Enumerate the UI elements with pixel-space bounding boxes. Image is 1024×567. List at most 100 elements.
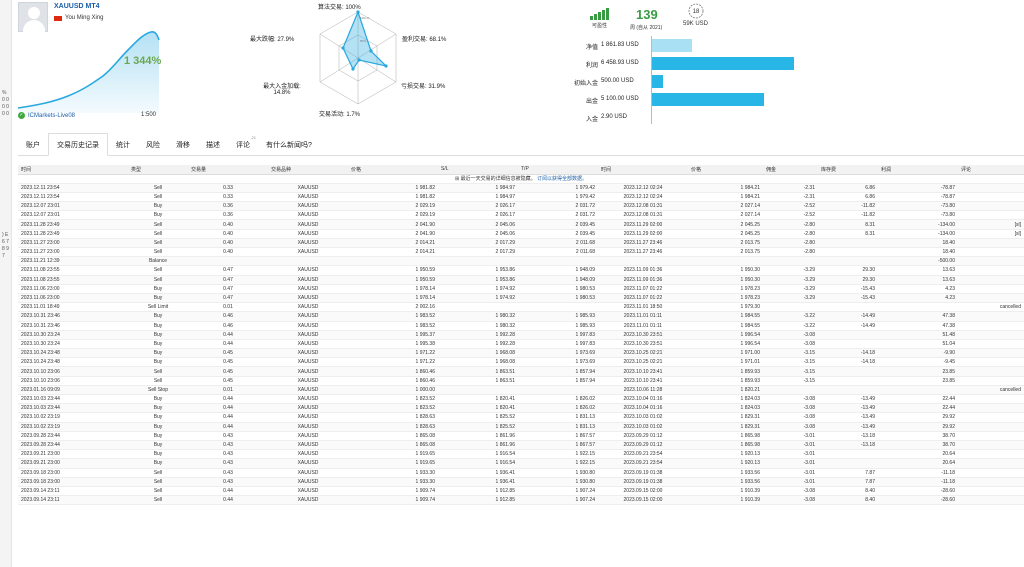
table-cell: 1 831.13	[518, 412, 598, 423]
table-row[interactable]: 2023.09.14 23:11 Sell 0.44 XAUUSD 1 909.74 1 …	[18, 486, 1024, 497]
table-cell: Buy	[128, 403, 188, 414]
table-row[interactable]: 2023.10.31 23:46 Buy 0.46 XAUUSD 1 983.52 1 9…	[18, 311, 1024, 322]
table-cell	[598, 256, 688, 267]
table-row[interactable]: 2023.09.21 23:00 Buy 0.43 XAUUSD 1 919.65 1 9…	[18, 449, 1024, 460]
table-cell: -14.49	[818, 321, 878, 331]
table-row[interactable]: 2023.10.10 23:06 Sell 0.45 XAUUSD 1 860.46 1 …	[18, 366, 1024, 377]
table-row[interactable]: 2023.10.31 23:46 Buy 0.46 XAUUSD 1 983.52 1 9…	[18, 321, 1024, 331]
table-row[interactable]: 2023.11.08 23:55 Sell 0.47 XAUUSD 1 950.59 1 …	[18, 275, 1024, 285]
table-cell: 0.45	[188, 348, 268, 359]
tab-1[interactable]: 交易历史记录	[48, 133, 108, 156]
column-header[interactable]: 交易量	[188, 165, 268, 175]
tab-6[interactable]: 评论 21	[228, 134, 258, 155]
tab-4[interactable]: 滑移	[168, 134, 198, 155]
table-cell: 1 820.21	[688, 385, 763, 396]
table-row[interactable]: 2023.12.11 23:54 Sell 0.33 XAUUSD 1 981.82 1 …	[18, 183, 1024, 193]
table-row[interactable]: 2023.10.24 23:48 Buy 0.45 XAUUSD 1 971.22 1 9…	[18, 348, 1024, 359]
column-header[interactable]: 价格	[348, 165, 438, 175]
table-row[interactable]: 2023.11.28 23:49 Sell 0.40 XAUUSD 2 041.90 2 …	[18, 219, 1024, 230]
table-row[interactable]: 2023.10.10 23:06 Sell 0.45 XAUUSD 1 860.46 1 …	[18, 376, 1024, 386]
table-row[interactable]: 2023.10.24 23:48 Buy 0.45 XAUUSD 1 971.22 1 9…	[18, 357, 1024, 368]
table-cell: 0.45	[188, 366, 268, 377]
table-cell: 1 865.08	[348, 440, 438, 451]
table-row[interactable]: 2023.11.01 18:49 Sell Limit 0.01 XAUUSD 2 00…	[18, 302, 1024, 313]
table-row[interactable]: 2023.09.21 23:00 Buy 0.43 XAUUSD 1 919.65 1 9…	[18, 458, 1024, 469]
tab-label: 描述	[206, 142, 220, 149]
table-cell	[268, 256, 348, 267]
table-row[interactable]: 2023.11.08 23:55 Sell 0.47 XAUUSD 1 950.59 1 …	[18, 265, 1024, 276]
table-row[interactable]: 2023.09.14 23:11 Sell 0.44 XAUUSD 1 909.74 1 …	[18, 495, 1024, 506]
column-header[interactable]: 时间	[18, 165, 128, 175]
tab-3[interactable]: 风险	[138, 134, 168, 155]
tab-bar: 账户 交易历史记录 统计 风险 滑移 描述 评论 21 有什么新闻吗?	[18, 133, 1024, 156]
column-header[interactable]: 库存费	[818, 165, 878, 175]
table-cell	[958, 339, 1024, 350]
column-header[interactable]: 佣金	[763, 165, 818, 175]
tab-2[interactable]: 统计	[108, 134, 138, 155]
table-cell: -2.31	[763, 183, 818, 193]
table-cell: Buy	[128, 357, 188, 368]
table-cell: Buy	[128, 311, 188, 322]
table-row[interactable]: 2023.12.07 23:01 Buy 0.36 XAUUSD 2 029.19 2 0…	[18, 201, 1024, 212]
table-cell: 1 910.39	[688, 486, 763, 497]
table-row[interactable]: 2023.10.03 23:44 Buy 0.44 XAUUSD 1 823.52 1 8…	[18, 394, 1024, 405]
table-row[interactable]: 2023.01.16 09:09 Sell Stop 0.01 XAUUSD 1 000…	[18, 385, 1024, 396]
account-title[interactable]: XAUUSD MT4	[54, 3, 100, 10]
table-row[interactable]: 2023.09.28 23:44 Buy 0.43 XAUUSD 1 865.08 1 8…	[18, 431, 1024, 441]
broker-link[interactable]: ✓ ICMarkets-Live08	[18, 112, 75, 119]
table-row[interactable]: 2023.09.28 23:44 Buy 0.43 XAUUSD 1 865.08 1 8…	[18, 440, 1024, 451]
table-cell	[518, 385, 598, 396]
subscribe-link[interactable]: 订阅以获得全部数据。	[536, 176, 587, 182]
column-header[interactable]: 利润	[878, 165, 958, 175]
table-row[interactable]: 2023.11.28 23:49 Sell 0.40 XAUUSD 2 041.90 2 …	[18, 229, 1024, 239]
column-header[interactable]: 类型	[128, 165, 188, 175]
column-header[interactable]: 评论	[958, 165, 1024, 175]
table-cell: 0.36	[188, 210, 268, 221]
table-row[interactable]: 2023.10.03 23:44 Buy 0.44 XAUUSD 1 823.52 1 8…	[18, 403, 1024, 414]
column-header[interactable]: S/L	[438, 165, 518, 175]
table-row[interactable]: 2023.11.21 12:39 Balance -500.00	[18, 256, 1024, 267]
table-row[interactable]: 2023.12.11 23:54 Sell 0.33 XAUUSD 1 981.82 1 …	[18, 192, 1024, 203]
table-row[interactable]: 2023.10.02 23:19 Buy 0.44 XAUUSD 1 828.63 1 8…	[18, 412, 1024, 423]
table-cell: 2023.09.28 23:44	[18, 431, 128, 441]
table-row[interactable]: 2023.10.30 23:24 Buy 0.44 XAUUSD 1 995.38 1 9…	[18, 339, 1024, 350]
kv-value: 500.00 USD	[601, 78, 634, 84]
table-row[interactable]: 2023.12.07 23:01 Buy 0.36 XAUUSD 2 029.19 2 0…	[18, 210, 1024, 221]
table-cell: -14.49	[818, 311, 878, 322]
table-cell: 1 909.74	[348, 486, 438, 497]
table-cell: [sl]	[958, 229, 1024, 239]
column-header[interactable]: 时间	[598, 165, 688, 175]
table-cell: 1 953.86	[438, 275, 518, 285]
account-owner[interactable]: You Ming Xing	[54, 15, 103, 21]
notice-text: 最近一天交易的详细信息被隐藏。	[460, 176, 536, 183]
column-header[interactable]: 价格	[688, 165, 763, 175]
column-header[interactable]: T/P	[518, 165, 598, 175]
table-cell: 2023.11.06 23:00	[18, 293, 128, 304]
table-cell: 1 971.22	[348, 348, 438, 359]
table-cell: 2023.09.29 01:12	[598, 431, 688, 441]
table-cell: 2023.09.21 23:54	[598, 458, 688, 469]
table-row[interactable]: 2023.10.02 23:19 Buy 0.44 XAUUSD 1 828.63 1 8…	[18, 422, 1024, 432]
table-cell: 6.86	[818, 183, 878, 193]
table-row[interactable]: 2023.11.06 23:00 Buy 0.47 XAUUSD 1 978.14 1 9…	[18, 293, 1024, 304]
table-cell: 1 948.09	[518, 265, 598, 276]
tab-0[interactable]: 账户	[18, 134, 48, 155]
table-cell: 22.44	[878, 403, 958, 414]
table-cell: 2023.10.03 01:02	[598, 422, 688, 432]
column-header[interactable]: 交易品种	[268, 165, 348, 175]
table-cell: XAUUSD	[268, 210, 348, 221]
table-row[interactable]: 2023.11.27 23:00 Sell 0.40 XAUUSD 2 014.21 2 …	[18, 238, 1024, 249]
table-row[interactable]: 2023.09.18 23:00 Sell 0.43 XAUUSD 1 933.30 1 …	[18, 468, 1024, 478]
tab-count-badge: 21	[251, 135, 256, 140]
table-cell	[348, 256, 438, 267]
table-row[interactable]: 2023.11.27 23:00 Sell 0.40 XAUUSD 2 014.21 2 …	[18, 247, 1024, 258]
table-row[interactable]: 2023.11.06 23:00 Buy 0.47 XAUUSD 1 978.14 1 9…	[18, 284, 1024, 294]
tab-7[interactable]: 有什么新闻吗?	[258, 134, 320, 155]
table-cell: 2023.10.31 23:46	[18, 311, 128, 322]
tab-5[interactable]: 描述	[198, 134, 228, 155]
table-cell: 1 985.93	[518, 311, 598, 322]
table-cell	[818, 330, 878, 340]
table-row[interactable]: 2023.09.18 23:00 Sell 0.43 XAUUSD 1 933.30 1 …	[18, 477, 1024, 487]
table-row[interactable]: 2023.10.30 23:24 Buy 0.44 XAUUSD 1 995.37 1 9…	[18, 330, 1024, 340]
table-cell: 2023.12.12 02:24	[598, 183, 688, 193]
